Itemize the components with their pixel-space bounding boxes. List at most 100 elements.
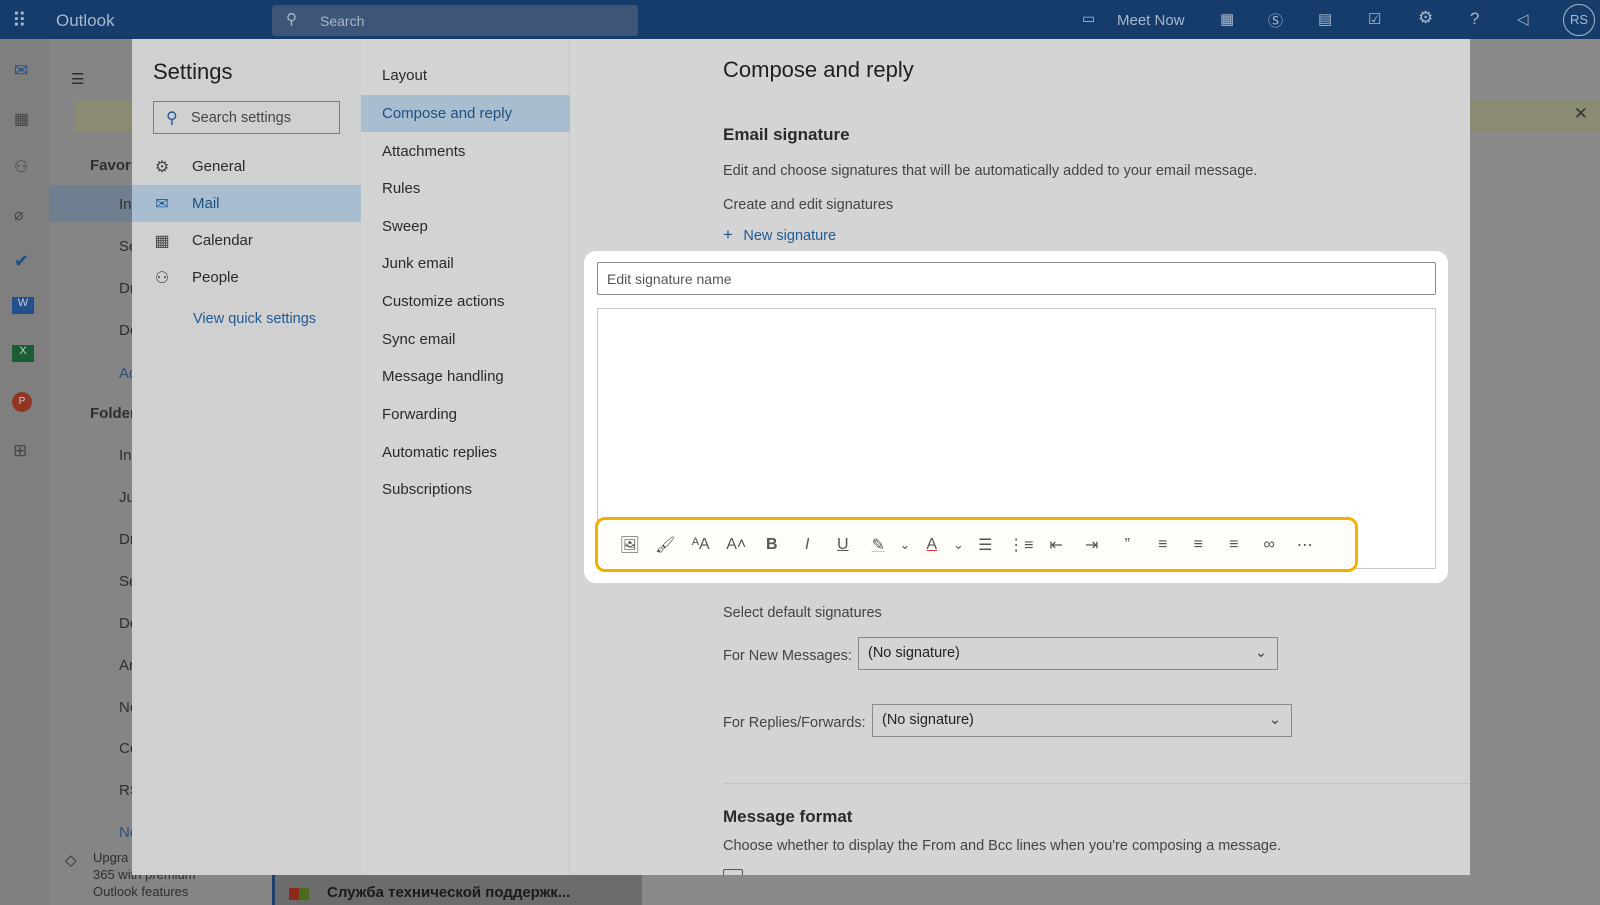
for-new-label: For New Messages: (723, 648, 852, 664)
picture-icon[interactable]: 🖼 (612, 535, 648, 555)
signature-description: Edit and choose signatures that will be … (723, 163, 1258, 179)
avatar[interactable]: RS (1563, 4, 1595, 36)
excel-icon[interactable]: X (12, 345, 34, 362)
select-default-label: Select default signatures (723, 605, 882, 621)
nav-forwarding[interactable]: Forwarding (361, 396, 570, 433)
for-reply-dropdown[interactable]: (No signature) ⌄ (872, 704, 1292, 737)
plus-icon: + (723, 225, 733, 244)
skype-icon[interactable]: Ⓢ (1268, 10, 1283, 31)
italic-icon[interactable]: I (790, 536, 826, 554)
highlight-icon[interactable]: ✎ (861, 535, 897, 555)
nav-attachments[interactable]: Attachments (361, 133, 570, 170)
mail-icon: ✉ (155, 195, 169, 213)
link-icon[interactable]: ∞ (1252, 536, 1288, 554)
nav-sweep[interactable]: Sweep (361, 208, 570, 245)
more-icon[interactable]: ⋯ (1287, 535, 1323, 555)
search-settings-input[interactable]: ⚲ Search settings (153, 101, 340, 134)
top-bar: ⠿ Outlook ⚲ Search ▭ Meet Now ▦ Ⓢ ▤ ☑ ⚙ … (0, 0, 1600, 39)
category-general[interactable]: ⚙ General (132, 148, 361, 185)
search-box[interactable]: ⚲ Search (272, 5, 638, 36)
nav-compose-and-reply[interactable]: Compose and reply (361, 95, 570, 132)
nav-automatic-replies[interactable]: Automatic replies (361, 434, 570, 471)
app-launcher-icon[interactable]: ⠿ (12, 8, 27, 33)
close-banner-icon[interactable]: ✕ (1574, 104, 1588, 124)
people-icon: ⚇ (154, 269, 170, 287)
format-painter-icon[interactable]: 🖌 (648, 535, 684, 555)
mail-icon[interactable]: ✉ (14, 61, 28, 81)
chevron-down-icon[interactable]: ⌄ (950, 537, 968, 553)
sender-logo (289, 888, 299, 900)
todo-icon[interactable]: ☑ (1368, 10, 1381, 28)
category-label: Mail (192, 195, 220, 212)
diamond-icon: ◇ (65, 852, 77, 869)
category-calendar[interactable]: ▦ Calendar (132, 222, 361, 259)
category-label: General (192, 158, 246, 175)
folder-label[interactable]: In (119, 196, 132, 213)
todo-icon[interactable]: ✔ (14, 251, 29, 272)
message-format-description: Choose whether to display the From and B… (723, 838, 1282, 854)
mail-settings-nav: Layout Compose and reply Attachments Rul… (361, 39, 570, 875)
increase-indent-icon[interactable]: ⇥ (1074, 535, 1110, 555)
bold-icon[interactable]: B (754, 536, 790, 554)
divider (723, 783, 1470, 784)
align-left-icon[interactable]: ≡ (1145, 536, 1181, 554)
view-quick-settings-link[interactable]: View quick settings (193, 311, 316, 327)
decrease-indent-icon[interactable]: ⇤ (1039, 535, 1075, 555)
nav-junk-email[interactable]: Junk email (361, 245, 570, 282)
attachment-icon[interactable]: ⌀ (14, 205, 24, 225)
bullets-icon[interactable]: ☰ (968, 535, 1004, 555)
signature-name-input[interactable] (597, 262, 1436, 295)
hamburger-icon[interactable]: ☰ (71, 70, 84, 88)
favorites-header[interactable]: Favori (90, 157, 135, 174)
search-placeholder: Search settings (191, 110, 291, 126)
checkbox[interactable] (723, 869, 743, 875)
category-mail[interactable]: ✉ Mail (132, 185, 361, 222)
increase-font-icon[interactable]: A˄ (719, 536, 755, 554)
app-name: Outlook (56, 11, 115, 30)
onenote-icon[interactable]: ▤ (1318, 10, 1332, 28)
folders-header[interactable]: Folder (90, 405, 136, 422)
video-icon[interactable]: ▭ (1082, 10, 1095, 27)
nav-customize-actions[interactable]: Customize actions (361, 283, 570, 320)
nav-message-handling[interactable]: Message handling (361, 358, 570, 395)
create-edit-label: Create and edit signatures (723, 197, 894, 213)
numbering-icon[interactable]: ⋮≡ (1003, 535, 1039, 555)
search-placeholder: Search (320, 13, 365, 29)
feedback-icon[interactable]: ◁ (1517, 10, 1529, 28)
chevron-down-icon[interactable]: ⌄ (896, 537, 914, 553)
font-size-icon[interactable]: ᴬA (683, 536, 719, 554)
nav-subscriptions[interactable]: Subscriptions (361, 471, 570, 508)
for-new-dropdown[interactable]: (No signature) ⌄ (858, 637, 1278, 670)
meet-now-button[interactable]: Meet Now (1117, 12, 1185, 29)
align-center-icon[interactable]: ≡ (1181, 536, 1217, 554)
people-icon[interactable]: ⚇ (14, 157, 28, 177)
calendar-icon[interactable]: ▦ (14, 109, 29, 129)
underline-icon[interactable]: U (825, 536, 861, 554)
gear-icon[interactable]: ⚙ (1418, 8, 1433, 28)
powerpoint-icon[interactable]: P (12, 392, 32, 412)
apps-icon[interactable]: ⊞ (13, 441, 27, 461)
gear-icon: ⚙ (154, 158, 170, 176)
for-reply-label: For Replies/Forwards: (723, 715, 866, 731)
panel-title: Compose and reply (723, 57, 914, 82)
quote-icon[interactable]: ” (1110, 536, 1146, 554)
signature-heading: Email signature (723, 125, 850, 144)
new-signature-label: New signature (743, 228, 837, 244)
help-icon[interactable]: ? (1470, 9, 1479, 29)
new-signature-button[interactable]: + New signature (723, 225, 836, 245)
align-right-icon[interactable]: ≡ (1216, 536, 1252, 554)
qr-icon[interactable]: ▦ (1220, 10, 1234, 28)
calendar-icon: ▦ (154, 232, 170, 250)
sender-logo (299, 888, 309, 900)
word-icon[interactable]: W (12, 297, 34, 314)
dropdown-value: (No signature) (868, 645, 960, 661)
dropdown-value: (No signature) (882, 712, 974, 728)
search-icon: ⚲ (286, 11, 297, 28)
font-color-icon[interactable]: A (914, 536, 950, 554)
folder-label[interactable]: In (119, 447, 132, 464)
chevron-down-icon: ⌄ (1268, 712, 1281, 728)
nav-layout[interactable]: Layout (361, 57, 570, 94)
nav-rules[interactable]: Rules (361, 170, 570, 207)
nav-sync-email[interactable]: Sync email (361, 321, 570, 358)
category-people[interactable]: ⚇ People (132, 259, 361, 296)
